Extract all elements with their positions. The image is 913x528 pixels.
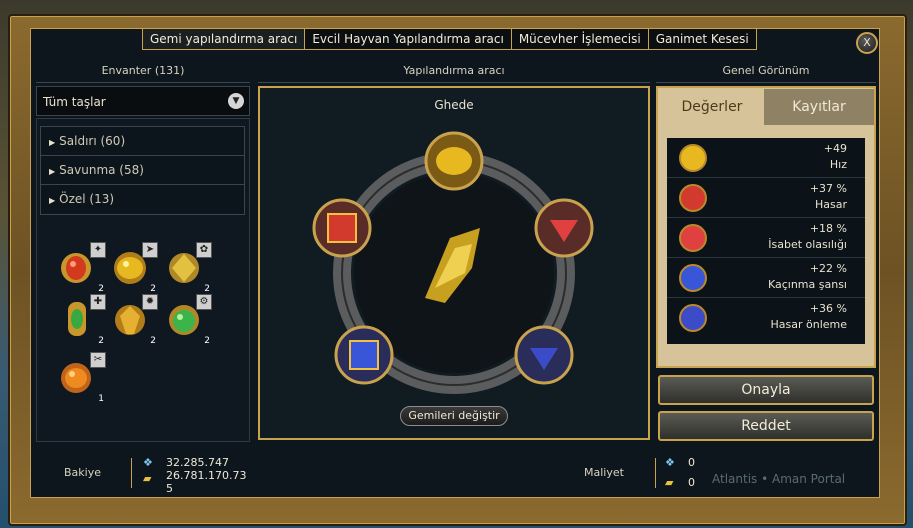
divider (131, 458, 132, 488)
stat-type-icon: ✹ (142, 294, 158, 310)
stat-type-icon: ✿ (196, 242, 212, 258)
item-count: 2 (150, 284, 156, 294)
inventory-header: Envanter (131) (101, 64, 185, 77)
triangle-right-icon: ▶ (49, 138, 56, 147)
evasion-gem-icon (679, 264, 707, 292)
balance-gold: 26.781.170.73 (166, 469, 247, 482)
confirm-button[interactable]: Onayla (658, 375, 874, 405)
stat-name: Hasar önleme (770, 318, 847, 331)
balance-label: Bakiye (64, 466, 101, 479)
category-label: Savunma (58) (59, 163, 144, 177)
gem-filter-dropdown[interactable]: Tüm taşlar ▼ (36, 86, 250, 116)
reject-button[interactable]: Reddet (658, 411, 874, 441)
category-special[interactable]: ▶ Özel (13) (41, 185, 244, 214)
item-count: 2 (150, 336, 156, 346)
triangle-right-icon: ▶ (49, 196, 56, 205)
stat-type-icon: ✚ (90, 294, 106, 310)
close-button[interactable]: X (856, 32, 878, 54)
background-portal-text: Atlantis • Aman Portal (712, 472, 846, 486)
gold-icon: ▰ (143, 472, 152, 485)
inventory-gem[interactable]: ➤ 2 (110, 242, 158, 294)
triangle-right-icon: ▶ (49, 167, 56, 176)
stat-row: +37 % Hasar (667, 178, 865, 218)
configurator-header: Yapılandırma aracı (403, 64, 505, 77)
diamond-icon: ❖ (665, 456, 675, 469)
stat-value: +22 % (809, 262, 847, 275)
divider (36, 82, 250, 83)
category-list: ▶ Saldırı (60) ▶ Savunma (58) ▶ Özel (13) (40, 126, 245, 215)
inventory-gem[interactable]: ✹ 2 (110, 294, 158, 346)
inventory-gem[interactable]: ✚ 2 (58, 294, 106, 346)
gold-icon: ▰ (665, 476, 674, 489)
inventory-gem[interactable]: ✂ 1 (58, 352, 106, 404)
item-count: 1 (98, 394, 104, 404)
category-attack[interactable]: ▶ Saldırı (60) (41, 127, 244, 156)
divider (655, 458, 656, 488)
stat-row: +18 % İsabet olasılığı (667, 218, 865, 258)
gem-socket-ring (312, 131, 594, 394)
inventory-gem[interactable]: ⚙ 2 (164, 294, 212, 346)
overview-header: Genel Görünüm (722, 64, 810, 77)
speed-gem-icon (679, 144, 707, 172)
tab-ship-configurator[interactable]: Gemi yapılandırma aracı (143, 29, 306, 49)
stat-value: +49 (823, 142, 847, 155)
item-count: 2 (204, 284, 210, 294)
stat-type-icon: ✦ (90, 242, 106, 258)
chevron-down-icon[interactable]: ▼ (228, 93, 244, 109)
inventory-gem[interactable]: ✿ 2 (164, 242, 212, 294)
stat-value: +37 % (809, 182, 847, 195)
diamond-icon: ❖ (143, 456, 153, 469)
tab-records[interactable]: Kayıtlar (764, 89, 874, 125)
stats-list: +49 Hız +37 % Hasar +18 % İsabet olasılı… (667, 138, 865, 344)
change-ship-button[interactable]: Gemileri değiştir (400, 406, 508, 426)
stat-type-icon: ✂ (90, 352, 106, 368)
cost-label: Maliyet (584, 466, 624, 479)
category-defense[interactable]: ▶ Savunma (58) (41, 156, 244, 185)
stat-name: Hız (829, 158, 847, 171)
damage-socket[interactable] (312, 198, 372, 258)
stat-name: İsabet olasılığı (768, 238, 847, 251)
tab-gem-processor[interactable]: Mücevher İşlemecisi (512, 29, 649, 49)
inventory-gem[interactable]: ✦ 2 (58, 242, 106, 294)
accuracy-gem-icon (679, 224, 707, 252)
stat-row: +22 % Kaçınma şansı (667, 258, 865, 298)
item-count: 2 (98, 336, 104, 346)
cost-gold: 0 (688, 476, 695, 489)
stat-type-icon: ➤ (142, 242, 158, 258)
damage-prevention-socket[interactable] (514, 325, 574, 385)
gem-filter-value: Tüm taşlar (43, 95, 106, 109)
stat-name: Hasar (814, 198, 847, 211)
cost-diamonds: 0 (688, 456, 695, 469)
tab-loot-bag[interactable]: Ganimet Kesesi (649, 29, 756, 49)
category-label: Saldırı (60) (59, 134, 126, 148)
tab-values[interactable]: Değerler (660, 89, 764, 125)
stat-value: +36 % (809, 302, 847, 315)
balance-diamonds: 32.285.747 (166, 456, 229, 469)
divider (258, 82, 650, 83)
damage-gem-icon (679, 184, 707, 212)
stat-row: +36 % Hasar önleme (667, 298, 865, 338)
balance-extra: 5 (166, 482, 173, 495)
evasion-socket[interactable] (334, 325, 394, 385)
item-count: 2 (204, 336, 210, 346)
tab-pet-configurator[interactable]: Evcil Hayvan Yapılandırma aracı (305, 29, 512, 49)
category-label: Özel (13) (59, 192, 115, 206)
item-count: 2 (98, 284, 104, 294)
tab-bar: Gemi yapılandırma aracı Evcil Hayvan Yap… (142, 28, 757, 50)
stat-type-icon: ⚙ (196, 294, 212, 310)
stat-row: +49 Hız (667, 138, 865, 178)
damage-prevention-gem-icon (679, 304, 707, 332)
divider (656, 82, 876, 83)
accuracy-socket[interactable] (534, 198, 594, 258)
stat-value: +18 % (809, 222, 847, 235)
speed-socket[interactable] (424, 131, 484, 191)
stat-name: Kaçınma şansı (767, 278, 847, 291)
